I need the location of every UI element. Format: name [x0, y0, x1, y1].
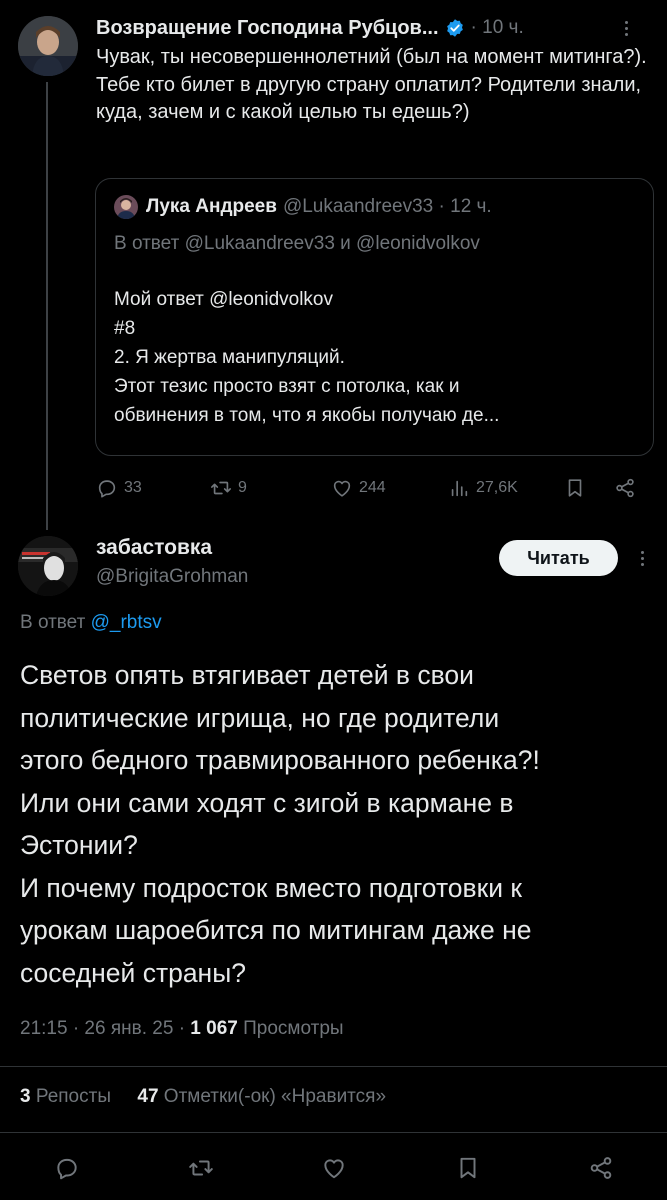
parent-views-button[interactable]: 27,6K	[448, 474, 518, 502]
main-text-line: соседней страны?	[20, 957, 246, 988]
main-text-line: урокам шароебится по митингам даже не	[20, 915, 532, 945]
parent-reply-count: 33	[124, 479, 142, 496]
main-more-icon[interactable]	[630, 546, 654, 570]
parent-tweet-text: Чувак, ты несовершеннолетний (был на мом…	[96, 46, 647, 123]
reply-icon	[57, 1158, 77, 1180]
parent-more-icon[interactable]	[614, 16, 638, 40]
reposts-stat[interactable]: 3 Репосты	[20, 1086, 111, 1107]
quoted-author-name: Лука Андреев	[146, 196, 277, 217]
parent-reply-button[interactable]: 33	[96, 474, 142, 502]
parent-author-avatar[interactable]	[18, 16, 78, 76]
share-icon	[616, 478, 634, 498]
quoted-line: Этот тезис просто взят с потолка, как и	[114, 376, 460, 397]
follow-button[interactable]: Читать	[499, 540, 618, 576]
quoted-reply-context: В ответ @Lukaandreev33 и @leonidvolkov	[114, 233, 480, 254]
quoted-author-avatar	[114, 195, 138, 219]
main-reply-context: В ответ @_rbtsv	[20, 612, 162, 634]
main-author-avatar[interactable]	[18, 536, 78, 596]
divider	[0, 1066, 667, 1067]
tweet-timestamp[interactable]: 21:15 · 26 янв. 25 ·	[20, 1018, 190, 1039]
main-author-name[interactable]: забастовка	[96, 536, 212, 560]
views-count: 1 067	[190, 1018, 238, 1039]
parent-like-button[interactable]: 244	[331, 474, 386, 502]
main-tweet-meta: 21:15 · 26 янв. 25 · 1 067 Просмотры	[20, 1018, 344, 1040]
parent-repost-button[interactable]: 9	[210, 474, 247, 502]
bookmark-icon	[568, 479, 582, 497]
thread-connector-line	[46, 82, 48, 530]
parent-action-bar: 33 9 244 27,6K	[96, 474, 642, 502]
quoted-line: Мой ответ @leonidvolkov	[114, 289, 334, 310]
main-share-button[interactable]	[588, 1154, 614, 1182]
main-tweet-text: Светов опять втягивает детей в свои поли…	[20, 654, 650, 994]
main-bookmark-button[interactable]	[455, 1154, 481, 1182]
quoted-tweet-header: Лука Андреев @Lukaandreev33 · 12 ч.	[114, 195, 492, 219]
quoted-author-handle: @Lukaandreev33 · 12 ч.	[282, 196, 492, 217]
share-icon	[590, 1157, 612, 1179]
quoted-tweet-text: Мой ответ @leonidvolkov #8 2. Я жертва м…	[114, 285, 644, 430]
main-action-bar	[0, 1148, 667, 1188]
quoted-tweet-card[interactable]: Лука Андреев @Lukaandreev33 · 12 ч. В от…	[95, 178, 654, 456]
parent-author-name[interactable]: Возвращение Господина Рубцов...	[96, 17, 439, 40]
parent-tweet-header: Возвращение Господина Рубцов... · 10 ч.	[96, 14, 524, 42]
reply-mention-link[interactable]: @_rbtsv	[91, 612, 162, 633]
main-repost-button[interactable]	[188, 1154, 214, 1182]
main-text-line: Или они сами ходят с зигой в кармане в	[20, 787, 514, 818]
verified-badge-icon	[446, 19, 463, 37]
parent-views-count: 27,6K	[476, 479, 518, 496]
like-icon	[333, 480, 351, 497]
parent-tweet-time[interactable]: · 10 ч.	[471, 17, 524, 39]
main-reply-button[interactable]	[54, 1154, 80, 1182]
quoted-line: обвинения в том, что я якобы получаю де.…	[114, 405, 500, 426]
reply-prefix: В ответ	[20, 612, 86, 633]
divider	[0, 1132, 667, 1133]
main-text-line: политические игрища, но где родители	[20, 702, 500, 733]
views-label: Просмотры	[237, 1018, 344, 1039]
parent-repost-count: 9	[238, 479, 247, 496]
parent-like-count: 244	[359, 479, 386, 496]
main-text-line: Эстонии?	[20, 830, 138, 860]
quoted-line: #8	[114, 318, 136, 339]
quoted-line: 2. Я жертва манипуляций.	[114, 347, 345, 368]
main-tweet-stats: 3 Репосты 47 Отметки(-ок) «Нравится»	[20, 1086, 386, 1108]
like-icon	[324, 1159, 344, 1179]
likes-stat[interactable]: 47 Отметки(-ок) «Нравится»	[137, 1086, 386, 1107]
repost-icon	[189, 1160, 213, 1176]
views-icon	[451, 480, 468, 497]
main-like-button[interactable]	[321, 1154, 347, 1182]
main-text-line: этого бедного травмированного ребенка?!	[20, 745, 540, 775]
main-author-handle[interactable]: @BrigitaGrohman	[96, 566, 248, 588]
parent-share-button[interactable]	[614, 474, 636, 502]
repost-icon	[211, 481, 231, 495]
main-text-line: Светов опять втягивает детей в свои	[20, 660, 474, 690]
parent-bookmark-button[interactable]	[564, 474, 586, 502]
main-text-line: И почему подросток вместо подготовки к	[20, 872, 522, 903]
reply-icon	[98, 480, 116, 498]
bookmark-icon	[460, 1157, 476, 1179]
